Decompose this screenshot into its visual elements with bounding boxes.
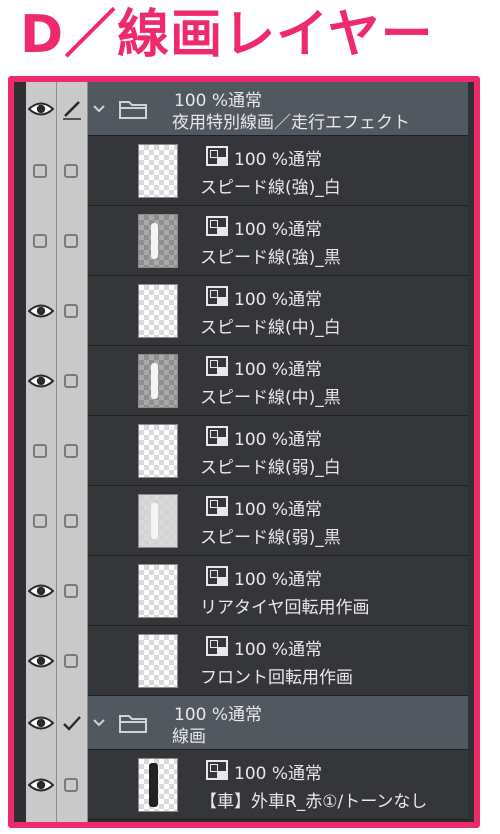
visibility-eye-icon[interactable] — [28, 583, 54, 599]
layer-blend-mode: 100 %通常 — [234, 360, 323, 380]
raster-layer-icon — [206, 426, 228, 446]
layer-thumbnail — [138, 564, 178, 618]
layer-thumbnail — [138, 758, 178, 812]
visibility-checkbox[interactable] — [33, 444, 47, 458]
raster-layer-icon — [206, 146, 228, 166]
layer-thumbnail — [138, 144, 178, 198]
car-lineart-mark — [149, 763, 158, 807]
lock-checkbox[interactable] — [64, 164, 78, 178]
layer-folder-row[interactable]: 100 %通常 線画 — [14, 696, 474, 750]
layer-name: 線画 — [172, 727, 206, 747]
layer-row[interactable]: 100 %通常スピード線(強)_白 — [14, 136, 474, 206]
visibility-eye-icon[interactable] — [28, 777, 54, 793]
layer-name[interactable]: スピード線(中)_黒 — [200, 383, 341, 408]
layer-blend-mode: 100 %通常 — [234, 570, 323, 590]
lock-checkbox[interactable] — [64, 778, 78, 792]
raster-layer-icon — [206, 496, 228, 516]
layer-blend-mode: 100 %通常 — [234, 150, 323, 170]
folder-icon — [118, 98, 148, 120]
chevron-down-icon[interactable] — [92, 104, 106, 114]
pen-icon[interactable] — [61, 98, 83, 120]
layer-blend-mode: 100 %通常 — [234, 290, 323, 310]
visibility-eye-icon[interactable] — [28, 101, 54, 117]
lock-checkbox[interactable] — [64, 584, 78, 598]
layer-thumbnail — [138, 354, 178, 408]
layer-row[interactable]: 100 %通常スピード線(中)_黒 — [14, 346, 474, 416]
lock-checkbox[interactable] — [64, 304, 78, 318]
speed-line-mark — [151, 223, 158, 259]
layer-row[interactable]: 100 %通常スピード線(弱)_黒 — [14, 486, 474, 556]
layer-row[interactable]: 100 %通常スピード線(中)_白 — [14, 276, 474, 346]
lock-checkbox[interactable] — [64, 234, 78, 248]
speed-line-mark — [151, 363, 158, 399]
visibility-eye-icon[interactable] — [28, 303, 54, 319]
layer-name[interactable]: フロント回転用作画 — [200, 663, 353, 688]
layer-row[interactable]: 100 %通常【車】外車R_赤①/トーンなし — [14, 750, 474, 820]
layer-name[interactable]: スピード線(中)_白 — [200, 313, 341, 338]
layer-blend-mode: 100 %通常 — [234, 500, 323, 520]
layer-name[interactable]: 【車】外車R_赤①/トーンなし — [200, 787, 427, 812]
layer-blend-mode: 100 %通常 — [234, 640, 323, 660]
chevron-down-icon[interactable] — [92, 718, 106, 728]
layer-name[interactable]: スピード線(強)_白 — [200, 173, 341, 198]
layer-folder-row[interactable]: 100 %通常 夜用特別線画／走行エフェクト — [14, 82, 474, 136]
check-icon[interactable] — [62, 714, 82, 732]
raster-layer-icon — [206, 636, 228, 656]
visibility-checkbox[interactable] — [33, 514, 47, 528]
layer-thumbnail — [138, 424, 178, 478]
layer-name[interactable]: スピード線(弱)_黒 — [200, 523, 341, 548]
layer-name[interactable]: リアタイヤ回転用作画 — [200, 593, 370, 618]
raster-layer-icon — [206, 286, 228, 306]
raster-layer-icon — [206, 216, 228, 236]
layer-panel: 100 %通常 夜用特別線画／走行エフェクト 100 %通常 スピード線(強)_白 10… — [8, 76, 480, 828]
visibility-eye-icon[interactable] — [28, 373, 54, 389]
lock-checkbox[interactable] — [64, 374, 78, 388]
layer-thumbnail — [138, 284, 178, 338]
layer-name: 夜用特別線画／走行エフェクト — [172, 113, 410, 133]
speed-line-mark — [151, 503, 158, 539]
row-divider — [88, 819, 468, 820]
layer-blend-mode: 100 %通常 — [234, 764, 323, 784]
lock-checkbox[interactable] — [64, 514, 78, 528]
lock-checkbox[interactable] — [64, 654, 78, 668]
visibility-eye-icon[interactable] — [28, 653, 54, 669]
raster-layer-icon — [206, 566, 228, 586]
layer-row[interactable]: 100 %通常スピード線(強)_黒 — [14, 206, 474, 276]
layer-row[interactable]: 100 %通常フロント回転用作画 — [14, 626, 474, 696]
raster-layer-icon — [206, 760, 228, 780]
layer-row[interactable]: 100 %通常スピード線(弱)_白 — [14, 416, 474, 486]
visibility-checkbox[interactable] — [33, 164, 47, 178]
layer-thumbnail — [138, 214, 178, 268]
visibility-eye-icon[interactable] — [28, 715, 54, 731]
visibility-checkbox[interactable] — [33, 234, 47, 248]
raster-layer-icon — [206, 356, 228, 376]
layer-blend-mode: 100 %通常 — [234, 220, 323, 240]
folder-icon — [118, 712, 148, 734]
layer-blend-mode: 100 %通常 — [234, 430, 323, 450]
page-title: D／線画レイヤー — [20, 5, 434, 65]
layer-thumbnail — [138, 634, 178, 688]
layer-row[interactable]: 100 %通常リアタイヤ回転用作画 — [14, 556, 474, 626]
layer-name[interactable]: スピード線(強)_黒 — [200, 243, 341, 268]
layer-thumbnail — [138, 494, 178, 548]
lock-checkbox[interactable] — [64, 444, 78, 458]
layer-name[interactable]: スピード線(弱)_白 — [200, 453, 341, 478]
